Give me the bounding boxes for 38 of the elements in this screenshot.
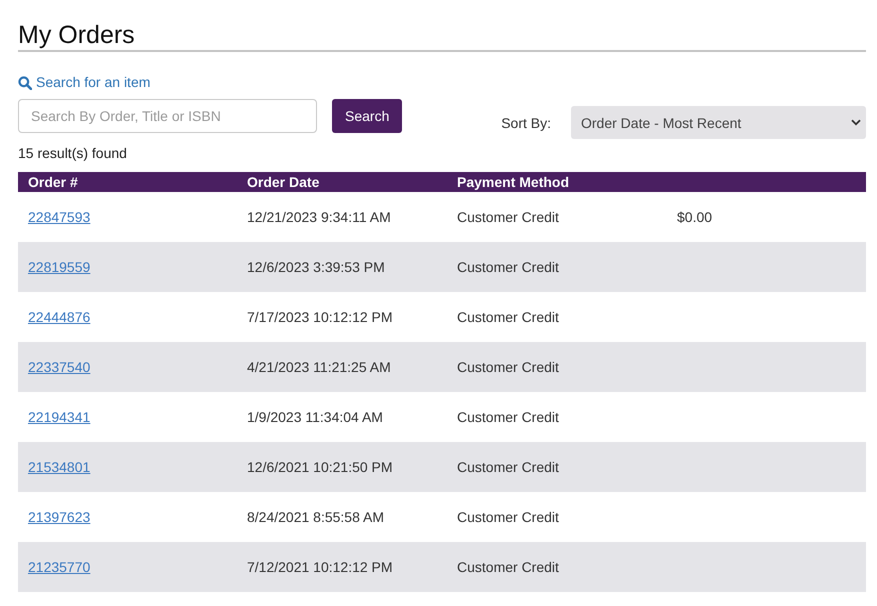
column-header: Payment Method bbox=[456, 173, 570, 192]
order-link[interactable]: 22444876 bbox=[18, 309, 90, 325]
date-cell-text: 4/21/2023 11:21:25 AM bbox=[246, 359, 391, 375]
date-cell-text: 12/6/2023 3:39:53 PM bbox=[246, 259, 385, 275]
payment-cell-text: Customer Credit bbox=[456, 259, 559, 275]
results-count: 15 result(s) found bbox=[18, 145, 127, 162]
column-header: Order # bbox=[27, 173, 78, 192]
payment-cell-text: Customer Credit bbox=[456, 209, 559, 225]
search-icon bbox=[18, 76, 32, 90]
sort-value: Order Date - Most Recent bbox=[581, 114, 742, 130]
sort-label: Sort By: bbox=[501, 114, 551, 130]
payment-cell-text: Customer Credit bbox=[456, 359, 559, 375]
search-link[interactable]: Search for an item bbox=[18, 74, 150, 91]
order-link[interactable]: 22847593 bbox=[18, 209, 90, 225]
date-cell-text: 1/9/2023 11:34:04 AM bbox=[246, 409, 383, 425]
date-cell-text: 12/6/2021 10:21:50 PM bbox=[246, 459, 393, 475]
page-title: My Orders bbox=[18, 20, 135, 50]
order-link[interactable]: 21235770 bbox=[18, 559, 90, 575]
date-cell-text: 12/21/2023 9:34:11 AM bbox=[246, 209, 391, 225]
order-link[interactable]: 21534801 bbox=[18, 459, 90, 475]
date-cell-text: 7/12/2021 10:12:12 PM bbox=[246, 559, 393, 575]
order-link[interactable]: 21397623 bbox=[18, 509, 90, 525]
search-field[interactable]: Search By Order, Title or ISBN bbox=[18, 99, 317, 133]
column-header: Order Date bbox=[246, 173, 320, 192]
sort-dropdown[interactable]: Order Date - Most Recent bbox=[571, 106, 866, 139]
date-cell-text: 8/24/2021 8:55:58 AM bbox=[246, 509, 384, 525]
payment-cell-text: Customer Credit bbox=[456, 559, 559, 575]
payment-cell-text: Customer Credit bbox=[456, 459, 559, 475]
chevron-icon bbox=[851, 119, 861, 126]
order-link[interactable]: 22194341 bbox=[18, 409, 90, 425]
payment-cell-text: Customer Credit bbox=[456, 509, 559, 525]
payment-cell-text: Customer Credit bbox=[456, 409, 559, 425]
date-cell-text: 7/17/2023 10:12:12 PM bbox=[246, 309, 393, 325]
search-button[interactable]: Search bbox=[332, 99, 402, 133]
order-link[interactable]: 22337540 bbox=[18, 359, 90, 375]
payment-cell-text: Customer Credit bbox=[456, 309, 559, 325]
amount-cell-text: $0.00 bbox=[676, 209, 712, 225]
order-link[interactable]: 22819559 bbox=[18, 259, 90, 275]
